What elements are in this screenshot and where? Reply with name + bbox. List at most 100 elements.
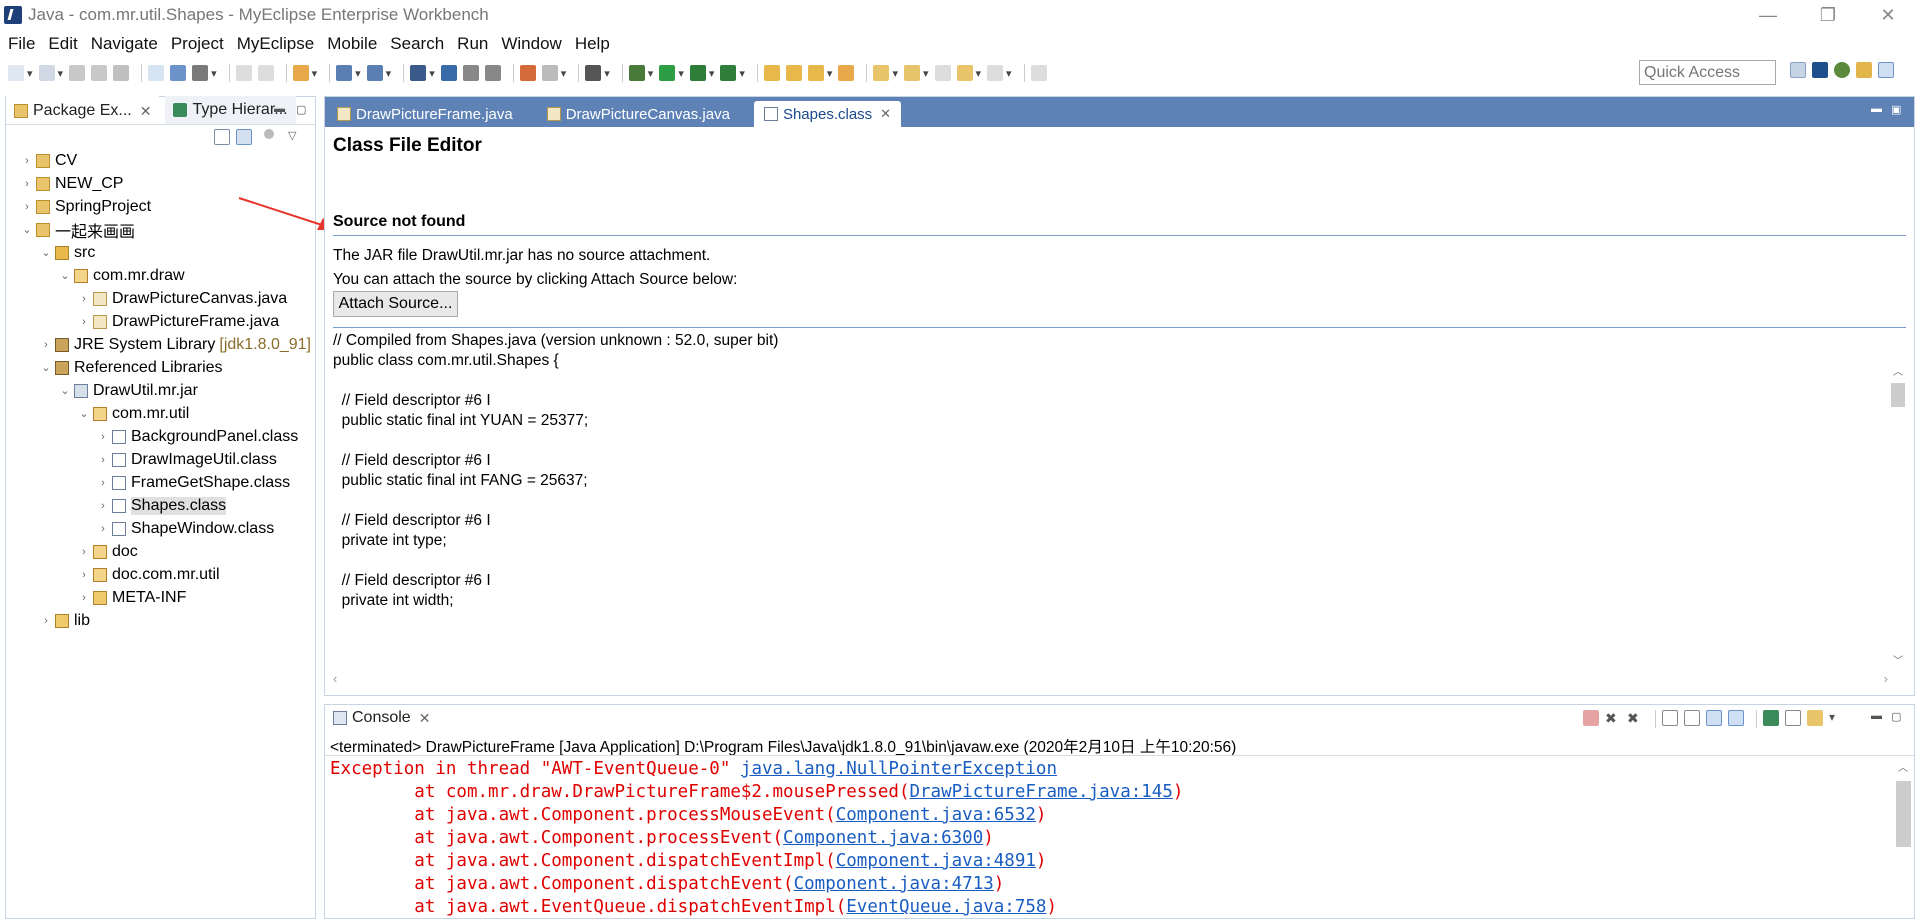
tab-console[interactable]: Console ✕ — [325, 706, 438, 730]
chevron-right-icon[interactable]: › — [96, 454, 110, 466]
chevron-down-icon[interactable]: ▾ — [827, 67, 833, 80]
quick-access-input[interactable] — [1639, 60, 1776, 85]
chevron-down-icon[interactable]: ▾ — [312, 67, 318, 80]
stack-link[interactable]: Component.java:4713 — [794, 874, 994, 894]
next-annotation-icon[interactable] — [873, 65, 890, 81]
tree-item[interactable]: › BackgroundPanel.class — [6, 425, 315, 448]
chevron-right-icon[interactable]: › — [77, 569, 91, 581]
stack-link[interactable]: java.lang.NullPointerException — [741, 759, 1057, 779]
globe-icon[interactable] — [440, 65, 457, 81]
external-tools-icon[interactable] — [720, 65, 737, 81]
chevron-down-icon[interactable]: ▾ — [429, 67, 435, 80]
chevron-down-icon[interactable]: ▾ — [648, 67, 654, 80]
show-on-stdout-icon[interactable] — [1706, 710, 1722, 726]
chevron-right-icon[interactable]: › — [39, 615, 53, 627]
maximize-view-icon[interactable]: ▢ — [1891, 710, 1905, 723]
stack-link[interactable]: DrawPictureFrame.java:145 — [909, 782, 1172, 802]
scroll-up-icon[interactable]: ︿ — [1898, 759, 1908, 774]
annotation-icon[interactable] — [838, 65, 855, 81]
tree-item[interactable]: › doc.com.mr.util — [6, 563, 315, 586]
deploy-icon[interactable] — [410, 65, 427, 81]
chevron-down-icon[interactable]: ▾ — [923, 67, 929, 80]
tree-item[interactable]: ⌄ Referenced Libraries — [6, 356, 315, 379]
debug-icon[interactable] — [628, 65, 645, 81]
new-server-icon[interactable] — [336, 65, 353, 81]
toggle-breadcrumb-icon[interactable] — [148, 65, 165, 81]
chevron-down-icon[interactable]: ⌄ — [20, 223, 34, 236]
tree-item[interactable]: › DrawPictureCanvas.java — [6, 287, 315, 310]
chevron-right-icon[interactable]: › — [77, 546, 91, 558]
menu-navigate[interactable]: Navigate — [91, 34, 158, 54]
chevron-down-icon[interactable]: ▾ — [892, 67, 898, 80]
maximize-view-icon[interactable]: ▢ — [296, 103, 310, 116]
new-project-icon[interactable] — [38, 65, 55, 81]
open-perspective-icon[interactable] — [1790, 62, 1806, 78]
java-ee-perspective-icon[interactable] — [1856, 62, 1872, 78]
scroll-thumb[interactable] — [1896, 781, 1911, 847]
chevron-right-icon[interactable]: › — [20, 201, 34, 213]
tab-shapes-class[interactable]: Shapes.class ✕ — [753, 101, 902, 127]
attach-source-button[interactable]: Attach Source... — [333, 291, 458, 317]
console-output[interactable]: Exception in thread "AWT-EventQueue-0" j… — [330, 758, 1892, 919]
chevron-down-icon[interactable]: ⌄ — [58, 384, 72, 397]
chevron-right-icon[interactable]: › — [39, 339, 53, 351]
menu-search[interactable]: Search — [390, 34, 444, 54]
chevron-down-icon[interactable]: ▾ — [355, 67, 361, 80]
collapse-all-icon[interactable] — [214, 129, 230, 145]
stack-link[interactable]: Component.java:6532 — [836, 805, 1036, 825]
minimize-editor-icon[interactable]: ▬ — [1871, 103, 1885, 115]
java-perspective-icon[interactable] — [1878, 62, 1894, 78]
scroll-thumb[interactable] — [1891, 383, 1905, 407]
scroll-lock-icon[interactable] — [1684, 710, 1700, 726]
debug-perspective-icon[interactable] — [1834, 62, 1850, 78]
stack-link[interactable]: EventQueue.java:758 — [846, 897, 1046, 917]
decompiled-code[interactable]: // Compiled from Shapes.java (version un… — [333, 329, 1886, 634]
forward-icon[interactable] — [987, 65, 1004, 81]
chevron-down-icon[interactable]: ▾ — [58, 67, 64, 80]
open-web-icon[interactable] — [519, 65, 536, 81]
menu-help[interactable]: Help — [575, 34, 610, 54]
back-icon[interactable] — [956, 65, 973, 81]
run-icon[interactable] — [659, 65, 676, 81]
tree-item[interactable]: › DrawImageUtil.class — [6, 448, 315, 471]
print-icon[interactable] — [113, 65, 130, 81]
open-folder-icon[interactable] — [763, 65, 780, 81]
close-window-button[interactable]: ✕ — [1860, 0, 1916, 30]
editor-horizontal-scrollbar[interactable]: ‹ › — [333, 671, 1888, 687]
tree-item[interactable]: › FrameGetShape.class — [6, 471, 315, 494]
tree-item[interactable]: ⌄ src — [6, 241, 315, 264]
tree-item[interactable]: › JRE System Library [jdk1.8.0_91] — [6, 333, 315, 356]
tab-package-explorer[interactable]: Package Ex... ✕ — [6, 96, 160, 124]
undo-icon[interactable] — [235, 65, 252, 81]
open-type-icon[interactable] — [292, 65, 309, 81]
tree-item[interactable]: › Shapes.class — [6, 494, 315, 517]
tree-item[interactable]: › doc — [6, 540, 315, 563]
show-on-stderr-icon[interactable] — [1728, 710, 1744, 726]
remove-all-launches-icon[interactable]: ✖ — [1627, 710, 1643, 726]
tree-item[interactable]: › NEW_CP — [6, 172, 315, 195]
scroll-left-icon[interactable]: ‹ — [333, 671, 337, 686]
save-icon[interactable] — [69, 65, 86, 81]
tree-item[interactable]: ⌄ DrawUtil.mr.jar — [6, 379, 315, 402]
chevron-right-icon[interactable]: › — [77, 316, 91, 328]
browse-icon[interactable] — [366, 65, 383, 81]
minimize-button[interactable]: — — [1740, 0, 1796, 30]
close-icon[interactable]: ✕ — [419, 710, 431, 727]
tool-icon[interactable] — [462, 65, 479, 81]
scroll-right-icon[interactable]: › — [1884, 671, 1888, 686]
display-selected-console-icon[interactable] — [1785, 710, 1801, 726]
chevron-right-icon[interactable]: › — [96, 500, 110, 512]
tree-item[interactable]: ⌄ com.mr.util — [6, 402, 315, 425]
terminate-icon[interactable] — [1583, 710, 1599, 726]
open-console-icon[interactable] — [1807, 710, 1823, 726]
chevron-down-icon[interactable]: ⌄ — [58, 269, 72, 282]
view-menu-chevron-down-icon[interactable]: ▽ — [288, 129, 296, 145]
maximize-editor-icon[interactable]: ▣ — [1891, 103, 1905, 116]
redo-icon[interactable] — [257, 65, 274, 81]
menu-project[interactable]: Project — [171, 34, 224, 54]
view-menu-chevron-down-icon[interactable]: ▾ — [1829, 710, 1835, 728]
tree-item[interactable]: › META-INF — [6, 586, 315, 609]
chevron-down-icon[interactable]: ▾ — [561, 67, 567, 80]
chevron-right-icon[interactable]: › — [96, 477, 110, 489]
menu-mobile[interactable]: Mobile — [327, 34, 377, 54]
